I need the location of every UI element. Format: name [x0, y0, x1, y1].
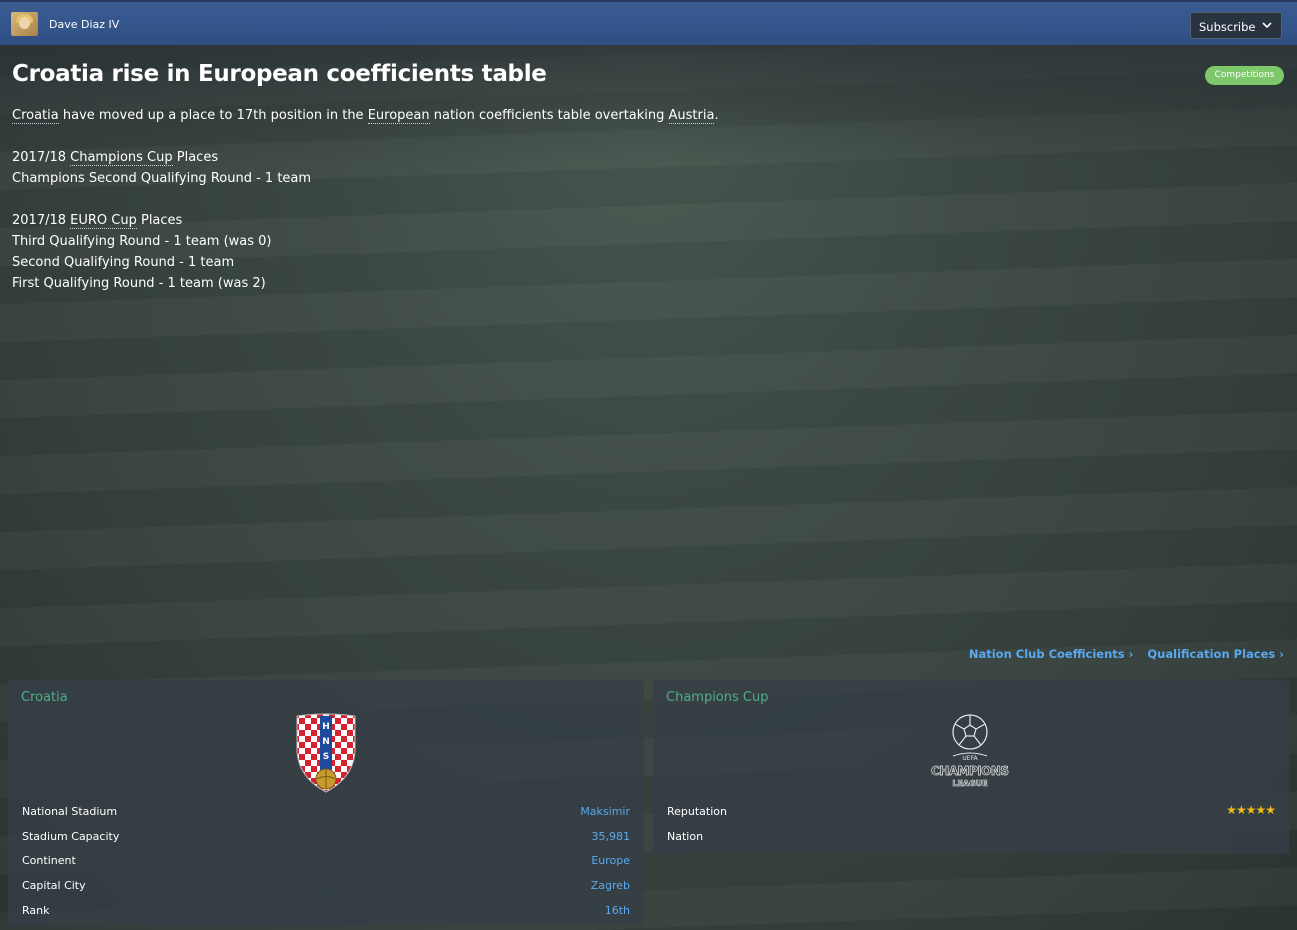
svg-text:LEAGUE: LEAGUE	[952, 779, 987, 788]
subscribe-label: Subscribe	[1199, 20, 1256, 34]
competition-row: Reputation	[667, 805, 727, 818]
star-icon: ★	[1245, 803, 1257, 817]
star-icon: ★	[1235, 803, 1247, 817]
intro-paragraph: Croatia have moved up a place to 17th po…	[12, 108, 719, 124]
euro-cup-link[interactable]: EURO Cup	[70, 213, 137, 229]
star-icon: ★	[1265, 803, 1276, 817]
subscribe-button[interactable]: Subscribe	[1190, 12, 1282, 39]
nation-row: Continent Europe	[22, 852, 630, 870]
euro-line: Third Qualifying Round - 1 team (was 0)	[12, 234, 272, 249]
author-name[interactable]: Dave Diaz IV	[49, 18, 119, 31]
nation-row: Stadium Capacity 35,981	[22, 830, 630, 843]
svg-text:UEFA: UEFA	[962, 755, 978, 762]
capital-link[interactable]: Zagreb	[591, 877, 630, 895]
svg-text:N: N	[322, 737, 330, 747]
nation-club-coefficients-link[interactable]: Nation Club Coefficients ›	[969, 647, 1134, 661]
chevron-down-icon	[1262, 22, 1272, 29]
nation-row: Rank 16th	[22, 904, 630, 917]
article-title: Croatia rise in European coefficients ta…	[12, 61, 547, 87]
article-body: Croatia have moved up a place to 17th po…	[12, 105, 719, 294]
continent-link[interactable]: Europe	[591, 852, 630, 870]
euro-section-heading: 2017/18 EURO Cup Places	[12, 213, 183, 229]
nation-panel: Croatia H N S National Stadium Maksimir S…	[8, 680, 644, 926]
austria-link[interactable]: Austria	[668, 108, 715, 124]
svg-text:CHAMPIONS: CHAMPIONS	[931, 764, 1009, 778]
competition-panel-title[interactable]: Champions Cup	[666, 690, 768, 705]
star-icon: ★	[1255, 803, 1266, 817]
qualification-places-link[interactable]: Qualification Places ›	[1147, 647, 1284, 661]
related-links: Nation Club Coefficients › Qualification…	[959, 647, 1284, 661]
competition-row: Nation	[667, 830, 704, 843]
croatia-link[interactable]: Croatia	[12, 108, 59, 124]
svg-text:S: S	[323, 752, 329, 762]
champions-cup-link[interactable]: Champions Cup	[70, 150, 173, 166]
reputation-stars: ★★★★★	[1226, 803, 1276, 817]
article-header-bar: Dave Diaz IV Subscribe	[0, 0, 1297, 45]
nation-row: National Stadium Maksimir	[22, 803, 630, 821]
author-avatar[interactable]	[11, 12, 38, 36]
euro-line: Second Qualifying Round - 1 team	[12, 255, 235, 270]
competitions-tag[interactable]: Competitions	[1205, 66, 1284, 85]
champions-league-logo: UEFA CHAMPIONS LEAGUE	[931, 714, 1009, 788]
croatia-crest-logo: H N S	[296, 713, 356, 793]
star-icon: ★	[1226, 803, 1237, 817]
competition-panel: Champions Cup UEFA CHAMPIONS LEAGUE Repu…	[653, 680, 1289, 854]
nation-panel-title[interactable]: Croatia	[21, 690, 68, 705]
euro-line: First Qualifying Round - 1 team (was 2)	[12, 276, 266, 291]
champions-line: Champions Second Qualifying Round - 1 te…	[12, 171, 312, 186]
stadium-link[interactable]: Maksimir	[580, 803, 630, 821]
nation-row: Capital City Zagreb	[22, 877, 630, 895]
european-link[interactable]: European	[367, 108, 430, 124]
champions-section-heading: 2017/18 Champions Cup Places	[12, 150, 219, 166]
svg-text:H: H	[322, 722, 330, 732]
